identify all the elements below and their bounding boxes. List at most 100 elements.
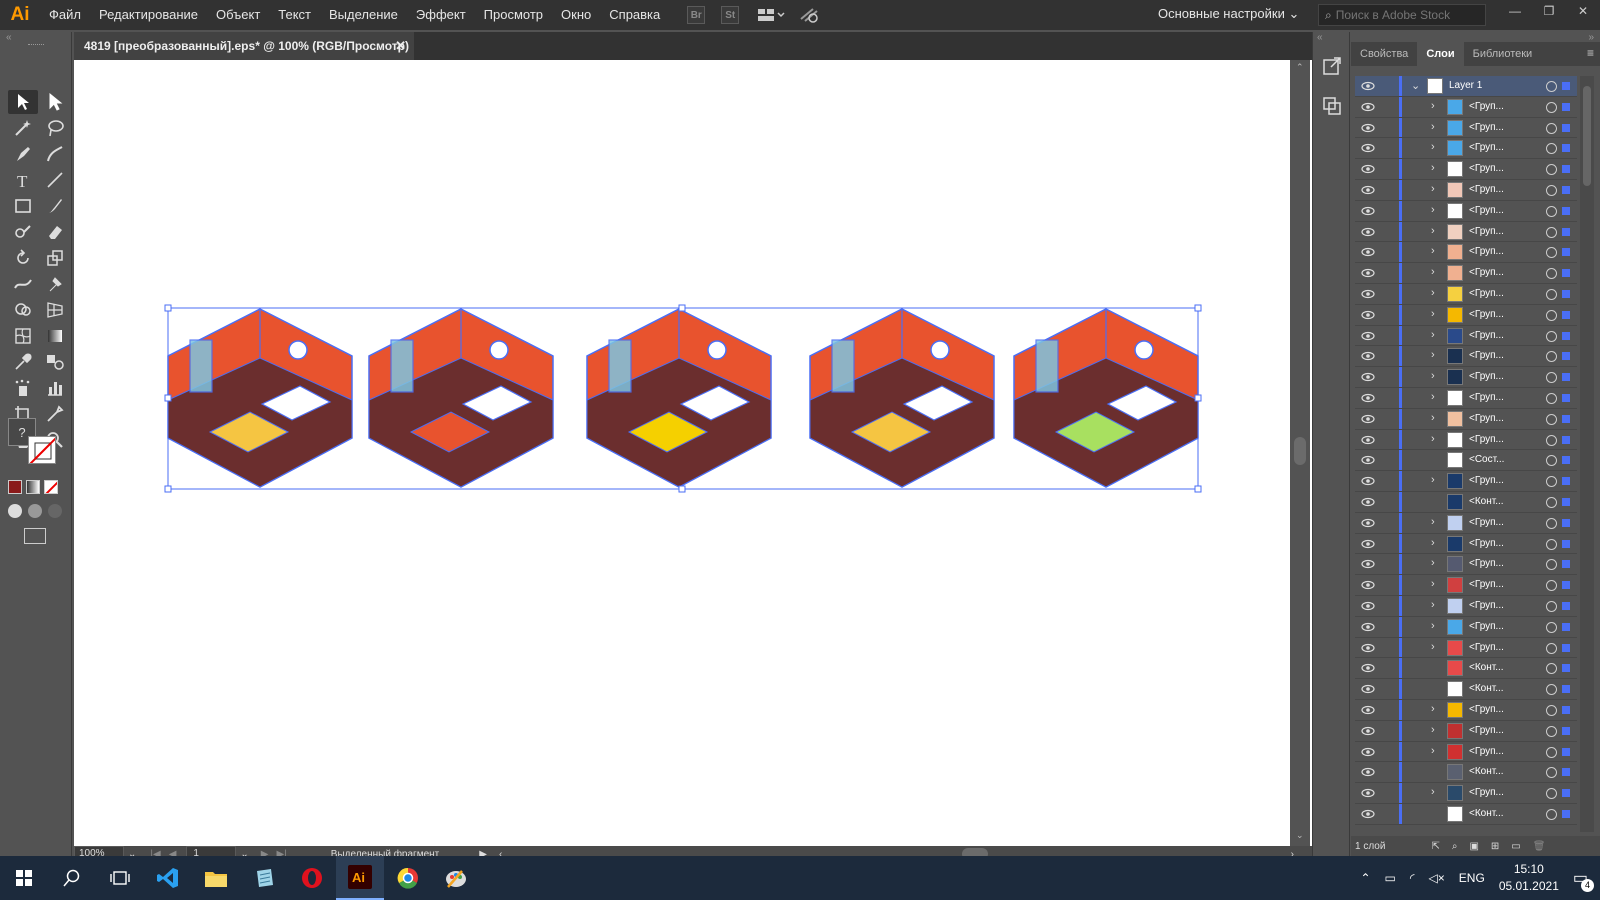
illustrator-taskbar-icon[interactable]: Ai: [336, 856, 384, 900]
visibility-eye-icon[interactable]: [1361, 246, 1375, 258]
selection-square-icon[interactable]: [1562, 352, 1570, 361]
expand-chevron-icon[interactable]: ›: [1431, 329, 1435, 341]
selection-square-icon[interactable]: [1562, 144, 1570, 153]
layer-row[interactable]: › <Груп...: [1355, 179, 1577, 201]
layer-row[interactable]: › <Груп...: [1355, 741, 1577, 763]
width-tool-icon[interactable]: [8, 272, 38, 296]
blend-tool-icon[interactable]: [40, 350, 70, 374]
menu-object[interactable]: Объект: [207, 0, 269, 30]
selection-square-icon[interactable]: [1562, 768, 1570, 777]
selection-tool-icon[interactable]: [8, 90, 38, 114]
selection-square-icon[interactable]: [1562, 643, 1570, 652]
target-circle-icon[interactable]: [1546, 808, 1557, 820]
vscode-icon[interactable]: [144, 856, 192, 900]
collapse-icon[interactable]: «: [6, 32, 12, 43]
layer-row[interactable]: <Конт...: [1355, 658, 1577, 680]
target-circle-icon[interactable]: [1546, 725, 1557, 737]
battery-icon[interactable]: ▭: [1385, 871, 1396, 885]
selection-square-icon[interactable]: [1562, 705, 1570, 714]
target-circle-icon[interactable]: [1546, 642, 1557, 654]
expand-chevron-icon[interactable]: ›: [1431, 391, 1435, 403]
task-view-icon[interactable]: [96, 856, 144, 900]
visibility-eye-icon[interactable]: [1361, 184, 1375, 196]
visibility-eye-icon[interactable]: [1361, 413, 1375, 425]
visibility-eye-icon[interactable]: [1361, 454, 1375, 466]
target-circle-icon[interactable]: [1546, 684, 1557, 696]
gradient-button[interactable]: [26, 480, 40, 494]
target-circle-icon[interactable]: [1546, 600, 1557, 612]
visibility-eye-icon[interactable]: [1361, 600, 1375, 612]
selection-square-icon[interactable]: [1562, 82, 1570, 90]
target-circle-icon[interactable]: [1546, 351, 1557, 363]
artboards-icon[interactable]: [1322, 96, 1342, 119]
wifi-icon[interactable]: ◜: [1410, 871, 1415, 885]
perspective-grid-tool-icon[interactable]: [40, 298, 70, 322]
document-tab[interactable]: 4819 [преобразованный].eps* @ 100% (RGB/…: [74, 32, 414, 60]
type-tool-icon[interactable]: T: [8, 168, 38, 192]
mesh-tool-icon[interactable]: [8, 324, 38, 348]
target-circle-icon[interactable]: [1546, 559, 1557, 571]
arrange-documents-icon[interactable]: [757, 8, 785, 22]
vertical-scrollbar[interactable]: ⌃ ⌄: [1290, 60, 1310, 846]
target-circle-icon[interactable]: [1546, 247, 1557, 259]
visibility-eye-icon[interactable]: [1361, 371, 1375, 383]
selection-square-icon[interactable]: [1562, 726, 1570, 735]
target-circle-icon[interactable]: [1546, 788, 1557, 800]
visibility-eye-icon[interactable]: [1361, 205, 1375, 217]
target-circle-icon[interactable]: [1546, 372, 1557, 384]
visibility-eye-icon[interactable]: [1361, 267, 1375, 279]
draw-normal-icon[interactable]: [8, 504, 22, 518]
menu-effect[interactable]: Эффект: [407, 0, 475, 30]
tab-properties[interactable]: Свойства: [1351, 42, 1417, 66]
visibility-eye-icon[interactable]: [1361, 517, 1375, 529]
layer-row[interactable]: › <Груп...: [1355, 699, 1577, 721]
layer-row[interactable]: › <Груп...: [1355, 263, 1577, 284]
selection-square-icon[interactable]: [1562, 185, 1570, 194]
expand-chevron-icon[interactable]: ›: [1431, 225, 1435, 237]
chrome-icon[interactable]: [384, 856, 432, 900]
layer-row[interactable]: › <Груп...: [1355, 575, 1577, 596]
selection-square-icon[interactable]: [1562, 248, 1570, 257]
layer-row[interactable]: › <Груп...: [1355, 96, 1577, 118]
selection-square-icon[interactable]: [1562, 102, 1570, 111]
layer-row[interactable]: › <Груп...: [1355, 221, 1577, 243]
draw-inside-icon[interactable]: [48, 504, 62, 518]
file-explorer-icon[interactable]: [192, 856, 240, 900]
selection-square-icon[interactable]: [1562, 331, 1570, 340]
selection-square-icon[interactable]: [1562, 581, 1570, 590]
clipping-mask-icon[interactable]: ▣: [1469, 841, 1478, 852]
layer-row[interactable]: › <Груп...: [1355, 325, 1577, 347]
expand-chevron-icon[interactable]: ›: [1431, 183, 1435, 195]
tab-layers[interactable]: Слои: [1417, 42, 1464, 66]
layers-scroll-thumb[interactable]: [1583, 86, 1591, 186]
expand-chevron-icon[interactable]: ›: [1431, 724, 1435, 736]
selection-square-icon[interactable]: [1562, 789, 1570, 798]
layer-row[interactable]: › <Груп...: [1355, 429, 1577, 451]
target-circle-icon[interactable]: [1546, 309, 1557, 321]
layer-row[interactable]: › <Груп...: [1355, 200, 1577, 222]
selection-square-icon[interactable]: [1562, 477, 1570, 486]
target-circle-icon[interactable]: [1546, 663, 1557, 675]
expand-chevron-icon[interactable]: ›: [1431, 162, 1435, 174]
expand-chevron-icon[interactable]: ›: [1431, 433, 1435, 445]
layer-row[interactable]: › <Груп...: [1355, 283, 1577, 305]
selection-square-icon[interactable]: [1562, 206, 1570, 215]
target-circle-icon[interactable]: [1546, 164, 1557, 176]
menu-window[interactable]: Окно: [552, 0, 600, 30]
selection-square-icon[interactable]: [1562, 497, 1570, 506]
menu-view[interactable]: Просмотр: [475, 0, 552, 30]
vertical-scroll-thumb[interactable]: [1294, 437, 1306, 465]
selection-square-icon[interactable]: [1562, 664, 1570, 673]
gradient-tool-icon[interactable]: [40, 324, 70, 348]
target-circle-icon[interactable]: [1546, 101, 1557, 113]
target-circle-icon[interactable]: [1546, 330, 1557, 342]
layer-row[interactable]: › <Груп...: [1355, 512, 1577, 534]
target-circle-icon[interactable]: [1546, 746, 1557, 758]
expand-chevron-icon[interactable]: ›: [1431, 474, 1435, 486]
expand-chevron-icon[interactable]: ›: [1431, 703, 1435, 715]
visibility-eye-icon[interactable]: [1361, 330, 1375, 342]
close-tab-icon[interactable]: ✕: [395, 38, 406, 54]
puppet-warp-tool-icon[interactable]: [40, 272, 70, 296]
new-layer-icon[interactable]: ▭: [1511, 841, 1520, 852]
expand-chevron-icon[interactable]: ›: [1431, 204, 1435, 216]
